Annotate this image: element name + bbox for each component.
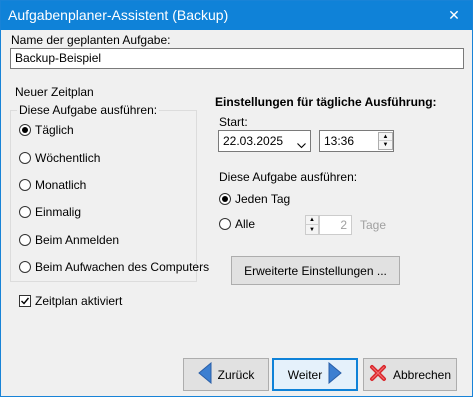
spin-down-icon[interactable]: ▼ <box>379 141 392 149</box>
radio-weekly-indicator <box>19 152 31 164</box>
cancel-x-icon <box>369 364 387 385</box>
days-spinner[interactable]: ▲ ▼ <box>305 215 319 235</box>
start-label: Start: <box>219 115 248 129</box>
spin-up-icon[interactable]: ▲ <box>379 133 392 141</box>
title-bar[interactable]: Aufgabenplaner-Assistent (Backup) ✕ <box>1 1 472 30</box>
days-spin-up-icon[interactable]: ▲ <box>306 216 318 225</box>
schedule-enabled-label: Zeitplan aktiviert <box>35 294 123 308</box>
cancel-button[interactable]: Abbrechen <box>363 358 457 391</box>
radio-daily-label: Täglich <box>35 123 74 137</box>
days-value: 2 <box>340 218 347 232</box>
radio-weekly[interactable]: Wöchentlich <box>19 151 100 165</box>
back-button[interactable]: Zurück <box>183 358 269 391</box>
radio-daily-indicator <box>19 124 31 136</box>
radio-every-day-label: Jeden Tag <box>235 192 291 206</box>
radio-weekly-label: Wöchentlich <box>35 151 101 165</box>
radio-every-day-indicator <box>219 193 231 205</box>
window-title: Aufgabenplaner-Assistent (Backup) <box>8 7 229 23</box>
radio-once-label: Einmalig <box>35 205 82 219</box>
radio-logon-label: Beim Anmelden <box>35 233 120 247</box>
run-label: Diese Aufgabe ausführen: <box>219 170 358 184</box>
radio-once[interactable]: Einmalig <box>19 205 81 219</box>
check-icon <box>19 295 31 307</box>
start-time-value: 13:36 <box>324 134 355 148</box>
radio-every-n-days-label: Alle <box>235 217 256 231</box>
radio-monthly-label: Monatlich <box>35 178 87 192</box>
start-date-value: 22.03.2025 <box>223 134 284 148</box>
start-date-picker[interactable]: 22.03.2025 <box>218 130 311 152</box>
advanced-settings-label: Erweiterte Einstellungen ... <box>244 263 387 278</box>
radio-wake-label: Beim Aufwachen des Computers <box>35 260 210 274</box>
advanced-settings-button[interactable]: Erweiterte Einstellungen ... <box>231 256 400 285</box>
start-time-input[interactable]: 13:36 ▲ ▼ <box>319 130 394 152</box>
wizard-window: Aufgabenplaner-Assistent (Backup) ✕ Name… <box>0 0 473 397</box>
days-input[interactable]: 2 <box>319 215 352 235</box>
radio-monthly[interactable]: Monatlich <box>19 178 86 192</box>
task-name-input[interactable]: Backup-Beispiel <box>10 48 464 69</box>
arrow-left-icon <box>197 361 212 387</box>
time-spinner[interactable]: ▲ ▼ <box>378 132 393 150</box>
arrow-right-icon <box>328 361 342 387</box>
cancel-label: Abbrechen <box>392 367 452 382</box>
radio-logon[interactable]: Beim Anmelden <box>19 233 119 247</box>
days-unit-label: Tage <box>360 218 387 232</box>
radio-daily[interactable]: Täglich <box>19 123 74 137</box>
radio-logon-indicator <box>19 234 31 246</box>
radio-wake[interactable]: Beim Aufwachen des Computers <box>19 260 209 274</box>
next-label: Weiter <box>287 367 323 382</box>
task-name-value: Backup-Beispiel <box>15 51 102 65</box>
radio-every-n-days[interactable]: Alle <box>219 217 255 231</box>
daily-settings-heading: Einstellungen für tägliche Ausführung: <box>215 95 437 109</box>
radio-monthly-indicator <box>19 179 31 191</box>
radio-every-day[interactable]: Jeden Tag <box>219 192 290 206</box>
radio-wake-indicator <box>19 261 31 273</box>
radio-every-n-days-indicator <box>219 218 231 230</box>
back-label: Zurück <box>217 367 255 382</box>
chevron-down-icon[interactable] <box>297 138 306 152</box>
schedule-group-label: Diese Aufgabe ausführen: <box>17 103 160 117</box>
close-icon[interactable]: ✕ <box>442 4 466 26</box>
radio-once-indicator <box>19 206 31 218</box>
schedule-enabled-checkbox[interactable]: Zeitplan aktiviert <box>19 294 122 308</box>
next-button[interactable]: Weiter <box>272 358 358 391</box>
days-spin-down-icon[interactable]: ▼ <box>306 225 318 234</box>
task-name-label: Name der geplanten Aufgabe: <box>11 33 171 47</box>
schedule-heading: Neuer Zeitplan <box>15 85 94 99</box>
